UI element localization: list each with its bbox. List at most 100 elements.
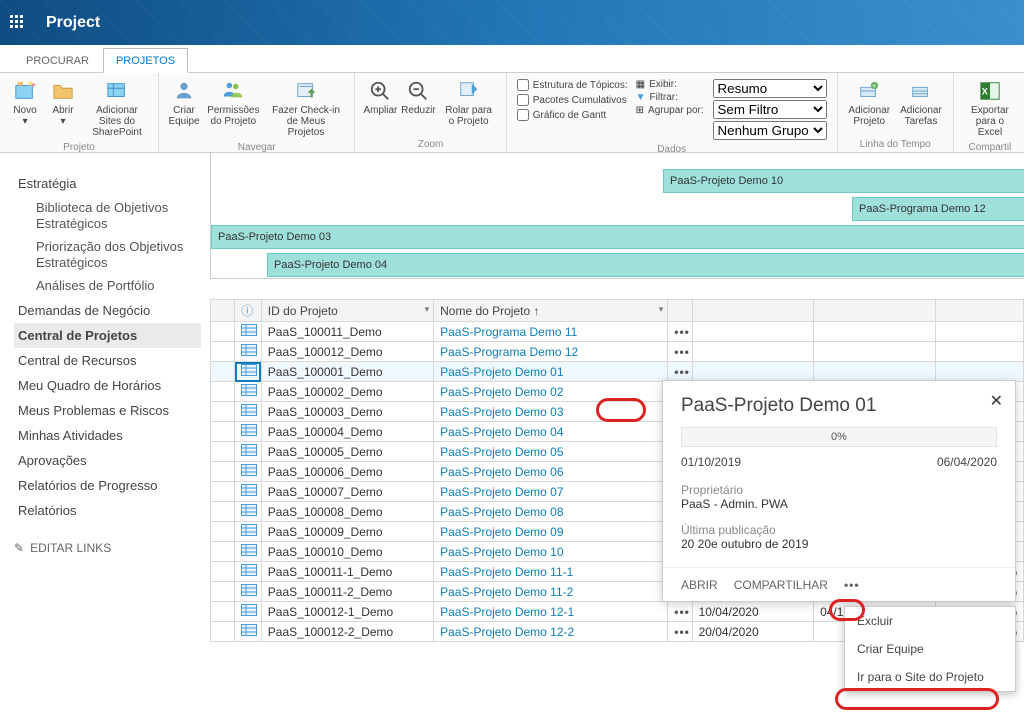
export-excel-button[interactable]: X Exportar para o Excel — [960, 77, 1020, 140]
sidebar-item[interactable]: Meus Problemas e Riscos — [14, 398, 201, 423]
project-context-menu: Excluir Criar Equipe Ir para o Site do P… — [844, 606, 1016, 692]
timeline-bar[interactable]: PaaS-Projeto Demo 10 — [663, 169, 1024, 193]
cell-project-name[interactable]: PaaS-Projeto Demo 09 — [434, 522, 668, 542]
tab-browse[interactable]: PROCURAR — [14, 49, 101, 72]
row-menu-button[interactable]: ••• — [668, 322, 692, 342]
row-menu-button[interactable]: ••• — [668, 342, 692, 362]
timeline-bar[interactable]: PaaS-Projeto Demo 04 — [267, 253, 1024, 277]
row-selector[interactable] — [211, 602, 235, 622]
menu-delete[interactable]: Excluir — [845, 607, 1015, 635]
sidebar-item[interactable]: Relatórios — [14, 498, 201, 523]
header-info[interactable]: ⓘ — [235, 300, 262, 322]
row-menu-button[interactable]: ••• — [668, 602, 692, 622]
cumulative-checkbox[interactable] — [517, 94, 529, 106]
table-row[interactable]: PaaS_100011_DemoPaaS-Programa Demo 11••• — [211, 322, 1024, 342]
app-launcher-icon[interactable] — [10, 15, 26, 31]
sidebar-item[interactable]: Demandas de Negócio — [14, 298, 201, 323]
timeline-bar[interactable]: PaaS-Programa Demo 12 — [852, 197, 1024, 221]
cell-project-name[interactable]: PaaS-Projeto Demo 02 — [434, 382, 668, 402]
row-menu-button[interactable]: ••• — [668, 362, 692, 382]
header-project-id[interactable]: ID do Projeto▾ — [261, 300, 433, 322]
cell-project-name[interactable]: PaaS-Projeto Demo 04 — [434, 422, 668, 442]
row-selector[interactable] — [211, 402, 235, 422]
panel-more-button[interactable]: ••• — [844, 578, 860, 592]
cell-project-name[interactable]: PaaS-Projeto Demo 03 — [434, 402, 668, 422]
cell-project-name[interactable]: PaaS-Projeto Demo 01 — [434, 362, 668, 382]
timeline-bar[interactable]: PaaS-Projeto Demo 03 — [211, 225, 1024, 249]
cell-project-name[interactable]: PaaS-Programa Demo 12 — [434, 342, 668, 362]
sidebar-item[interactable]: Biblioteca de Objetivos Estratégicos — [14, 196, 201, 235]
row-type-icon — [235, 442, 262, 462]
sidebar-item[interactable]: Priorização dos Objetivos Estratégicos — [14, 235, 201, 274]
cell-project-name[interactable]: PaaS-Projeto Demo 11-2 — [434, 582, 668, 602]
table-row[interactable]: PaaS_100001_DemoPaaS-Projeto Demo 01••• — [211, 362, 1024, 382]
cell-project-name[interactable]: PaaS-Projeto Demo 10 — [434, 542, 668, 562]
checkin-projects-button[interactable]: Fazer Check-in de Meus Projetos — [264, 77, 349, 140]
add-tasks-button[interactable]: Adicionar Tarefas — [895, 77, 947, 129]
sidebar-item[interactable]: Meu Quadro de Horários — [14, 373, 201, 398]
header-pct[interactable] — [935, 300, 1023, 322]
project-permissions-button[interactable]: Permissões do Projeto — [203, 77, 264, 129]
sidebar-item[interactable]: Análises de Portfólio — [14, 274, 201, 298]
header-date1[interactable] — [692, 300, 814, 322]
show-select[interactable]: Resumo — [713, 79, 827, 98]
row-selector[interactable] — [211, 342, 235, 362]
row-selector[interactable] — [211, 462, 235, 482]
close-panel-button[interactable]: ✕ — [990, 391, 1003, 411]
outline-checkbox[interactable] — [517, 79, 529, 91]
scroll-to-project-button[interactable]: Rolar para o Projeto — [437, 77, 499, 129]
row-selector[interactable] — [211, 522, 235, 542]
filter-select[interactable]: Sem Filtro — [713, 100, 827, 119]
row-selector[interactable] — [211, 442, 235, 462]
header-select[interactable] — [211, 300, 235, 322]
row-selector[interactable] — [211, 542, 235, 562]
build-team-button[interactable]: Criar Equipe — [165, 77, 203, 129]
cell-project-id: PaaS_100012-2_Demo — [261, 622, 433, 642]
cell-project-name[interactable]: PaaS-Projeto Demo 12-2 — [434, 622, 668, 642]
menu-create-team[interactable]: Criar Equipe — [845, 635, 1015, 663]
row-menu-button[interactable]: ••• — [668, 622, 692, 642]
cell-date2 — [814, 342, 936, 362]
sidebar-item[interactable]: Central de Recursos — [14, 348, 201, 373]
sidebar-item[interactable]: Relatórios de Progresso — [14, 473, 201, 498]
sidebar-item[interactable]: Central de Projetos — [14, 323, 201, 348]
panel-share-button[interactable]: COMPARTILHAR — [734, 578, 828, 592]
sidebar-item[interactable]: Minhas Atividades — [14, 423, 201, 448]
zoom-in-button[interactable]: Ampliar — [361, 77, 399, 118]
row-type-icon — [235, 322, 262, 342]
cell-project-name[interactable]: PaaS-Projeto Demo 05 — [434, 442, 668, 462]
row-selector[interactable] — [211, 482, 235, 502]
cell-project-name[interactable]: PaaS-Projeto Demo 06 — [434, 462, 668, 482]
row-selector[interactable] — [211, 562, 235, 582]
tab-projects[interactable]: PROJETOS — [103, 48, 188, 73]
cell-project-name[interactable]: PaaS-Projeto Demo 08 — [434, 502, 668, 522]
header-date2[interactable] — [814, 300, 936, 322]
add-project-timeline-button[interactable]: + Adicionar Projeto — [844, 77, 895, 129]
row-selector[interactable] — [211, 582, 235, 602]
row-selector[interactable] — [211, 382, 235, 402]
edit-links-button[interactable]: ✎ EDITAR LINKS — [14, 541, 201, 555]
new-project-button[interactable]: ✦ Novo ▾ — [6, 77, 44, 129]
menu-go-to-site[interactable]: Ir para o Site do Projeto — [845, 663, 1015, 691]
gantt-checkbox[interactable] — [517, 109, 529, 121]
group-select[interactable]: Nenhum Grupo — [713, 121, 827, 140]
sidebar-item[interactable]: Aprovações — [14, 448, 201, 473]
sidebar-item[interactable]: Estratégia — [14, 171, 201, 196]
table-row[interactable]: PaaS_100012_DemoPaaS-Programa Demo 12••• — [211, 342, 1024, 362]
row-selector[interactable] — [211, 422, 235, 442]
row-selector[interactable] — [211, 362, 235, 382]
panel-open-button[interactable]: ABRIR — [681, 578, 718, 592]
row-selector[interactable] — [211, 322, 235, 342]
row-selector[interactable] — [211, 502, 235, 522]
cell-project-name[interactable]: PaaS-Projeto Demo 12-1 — [434, 602, 668, 622]
header-project-name[interactable]: Nome do Projeto ↑▾ — [434, 300, 668, 322]
cell-project-name[interactable]: PaaS-Projeto Demo 07 — [434, 482, 668, 502]
row-selector[interactable] — [211, 622, 235, 642]
add-sharepoint-sites-button[interactable]: Adicionar Sites do SharePoint — [82, 77, 152, 140]
open-project-button[interactable]: Abrir ▾ — [44, 77, 82, 129]
zoom-in-label: Ampliar — [363, 105, 397, 116]
cell-project-name[interactable]: PaaS-Programa Demo 11 — [434, 322, 668, 342]
zoom-out-button[interactable]: Reduzir — [399, 77, 437, 118]
cell-project-name[interactable]: PaaS-Projeto Demo 11-1 — [434, 562, 668, 582]
cell-project-id: PaaS_100006_Demo — [261, 462, 433, 482]
